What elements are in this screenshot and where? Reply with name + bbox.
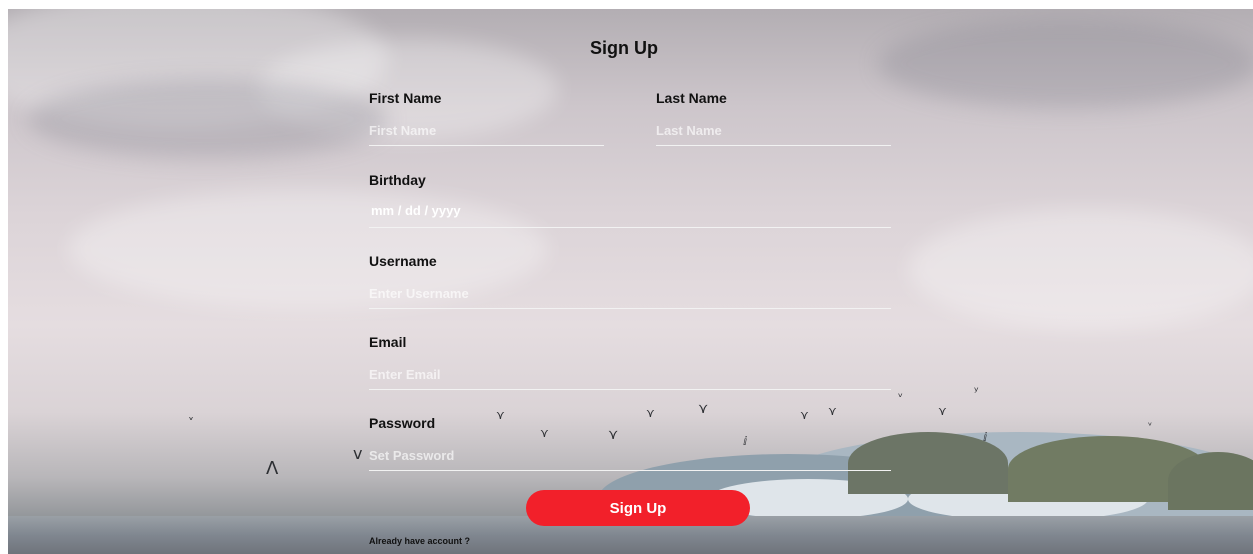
first-name-input[interactable] (369, 115, 604, 146)
password-label: Password (369, 415, 436, 431)
email-label: Email (369, 334, 407, 350)
last-name-input[interactable] (656, 115, 891, 146)
signin-link[interactable]: Already have account ? (369, 536, 470, 546)
email-input[interactable] (369, 359, 891, 390)
last-name-label: Last Name (656, 90, 727, 106)
signup-form: Sign Up First Name Last Name Birthday mm… (0, 0, 1253, 554)
sign-up-button[interactable]: Sign Up (526, 490, 750, 526)
birthday-label: Birthday (369, 172, 426, 188)
first-name-label: First Name (369, 90, 442, 106)
password-input[interactable] (369, 440, 891, 471)
username-label: Username (369, 253, 437, 269)
form-title: Sign Up (590, 38, 658, 58)
username-input[interactable] (369, 278, 891, 309)
birthday-value: mm / dd / yyyy (371, 203, 461, 218)
